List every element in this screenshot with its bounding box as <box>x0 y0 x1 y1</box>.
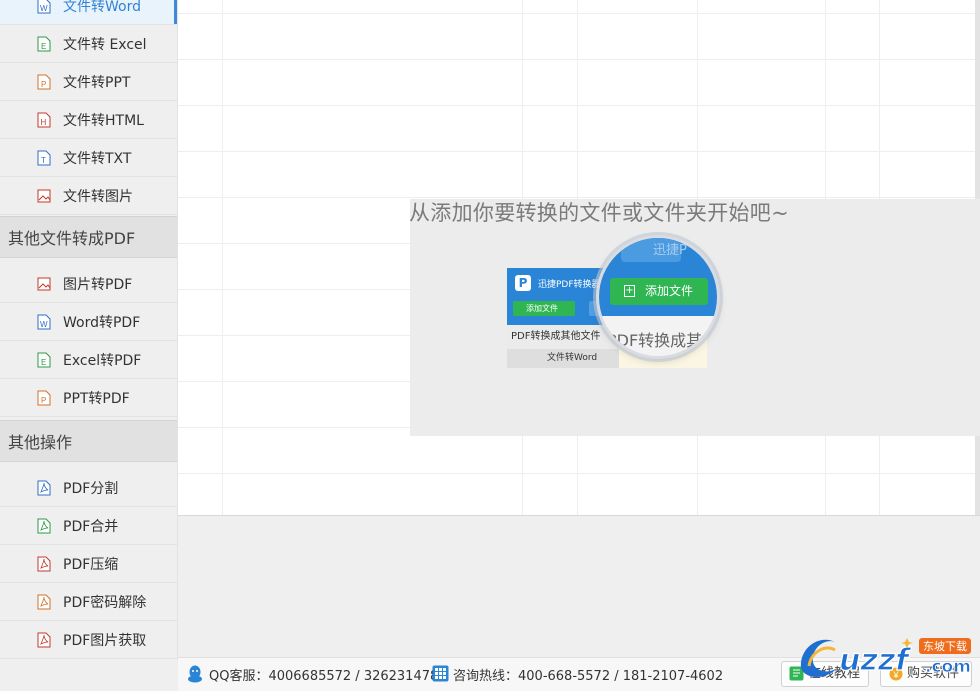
pdf-file-icon <box>37 480 51 495</box>
site-watermark-logo: uzzf .com 东坡下载 <box>795 628 975 684</box>
sidebar-item-pdf-merge[interactable]: PDF合并 <box>0 507 177 545</box>
svg-text:W: W <box>40 320 48 329</box>
sidebar-item-label: 文件转PPT <box>63 74 131 91</box>
sidebar-item-label: 文件转HTML <box>63 112 144 129</box>
sidebar-item-file-to-word[interactable]: W 文件转Word <box>0 0 177 25</box>
preview-title: 迅捷PDF转换器 <box>538 280 601 290</box>
sidebar-item-ppt-to-pdf[interactable]: P PPT转PDF <box>0 379 177 417</box>
sidebar-item-excel-to-pdf[interactable]: E Excel转PDF <box>0 341 177 379</box>
svg-text:W: W <box>40 4 48 13</box>
add-file-button[interactable]: + 添加文件 <box>610 278 708 305</box>
add-file-icon: + <box>624 285 635 297</box>
sidebar-item-pdf-split[interactable]: PDF分割 <box>0 469 177 507</box>
sidebar-item-file-to-ppt[interactable]: P 文件转PPT <box>0 63 177 101</box>
sidebar-item-pdf-compress[interactable]: PDF压缩 <box>0 545 177 583</box>
sidebar-item-label: PDF密码解除 <box>63 594 147 611</box>
magnifier-lens: 迅捷P + 添加文件 PDF转换成其 <box>599 238 717 356</box>
sidebar-item-label: 文件转Word <box>63 0 141 15</box>
image-file-icon <box>37 277 51 290</box>
watermark-badge: 东坡下载 <box>923 640 967 653</box>
sidebar-item-pdf-image-extract[interactable]: PDF图片获取 <box>0 621 177 659</box>
sidebar-item-file-to-image[interactable]: 文件转图片 <box>0 177 177 215</box>
preview-add-file-button: 添加文件 <box>513 301 575 316</box>
phone-icon <box>432 665 449 682</box>
tutorial-tip: 从添加你要转换的文件或文件夹开始吧~ <box>409 201 789 225</box>
hotline-text: 咨询热线：400-668-5572 / 181-2107-4602 <box>453 669 724 684</box>
sidebar-item-pdf-unlock[interactable]: PDF密码解除 <box>0 583 177 621</box>
sidebar-item-label: PDF图片获取 <box>63 632 147 649</box>
watermark-logo-graphic: uzzf .com 东坡下载 <box>800 638 971 679</box>
svg-text:E: E <box>41 358 46 367</box>
sidebar-item-label: 文件转TXT <box>63 150 132 167</box>
qq-penguin-icon <box>188 665 202 683</box>
sidebar: W 文件转Word E 文件转 Excel P 文件转PPT H 文件转HTML… <box>0 0 178 660</box>
sidebar-item-label: PPT转PDF <box>63 390 130 407</box>
sidebar-item-label: Excel转PDF <box>63 352 142 369</box>
pdf-file-icon <box>37 518 51 533</box>
excel-file-icon: E <box>37 352 51 367</box>
watermark-tld: .com <box>925 657 971 677</box>
magnified-tab-label: 迅捷P <box>653 243 687 258</box>
add-file-label: 添加文件 <box>645 284 694 298</box>
group-header-other-operations[interactable]: 其他操作 <box>0 420 177 462</box>
svg-text:T: T <box>41 156 46 165</box>
sidebar-item-image-to-pdf[interactable]: 图片转PDF <box>0 265 177 303</box>
magnified-category-label: PDF转换成其 <box>607 331 703 350</box>
image-file-icon <box>37 189 51 202</box>
sidebar-item-label: 文件转图片 <box>63 188 133 205</box>
qq-support-text: QQ客服：4006685572 / 326231478 <box>209 669 439 684</box>
pdf-file-icon <box>37 556 51 571</box>
txt-file-icon: T <box>37 150 51 165</box>
sidebar-item-label: 图片转PDF <box>63 276 133 293</box>
watermark-text: uzzf <box>839 643 912 678</box>
sidebar-item-file-to-html[interactable]: H 文件转HTML <box>0 101 177 139</box>
word-file-icon: W <box>37 0 51 13</box>
sidebar-item-file-to-excel[interactable]: E 文件转 Excel <box>0 25 177 63</box>
sidebar-item-label: 文件转 Excel <box>63 36 147 53</box>
pdf-file-icon <box>37 594 51 609</box>
svg-text:H: H <box>41 118 47 127</box>
sidebar-item-label: Word转PDF <box>63 314 141 331</box>
sidebar-item-label: PDF合并 <box>63 518 119 535</box>
html-file-icon: H <box>37 112 51 127</box>
sidebar-item-word-to-pdf[interactable]: W Word转PDF <box>0 303 177 341</box>
app-logo-icon: P <box>515 275 531 291</box>
sidebar-item-file-to-txt[interactable]: T 文件转TXT <box>0 139 177 177</box>
sidebar-item-label: PDF压缩 <box>63 556 119 573</box>
svg-text:P: P <box>41 80 46 89</box>
ppt-file-icon: P <box>37 74 51 89</box>
ppt-file-icon: P <box>37 390 51 405</box>
pdf-file-icon <box>37 632 51 647</box>
svg-text:P: P <box>41 396 46 405</box>
group-header-other-to-pdf[interactable]: 其他文件转成PDF <box>0 216 177 258</box>
word-file-icon: W <box>37 314 51 329</box>
excel-file-icon: E <box>37 36 51 51</box>
sidebar-item-label: PDF分割 <box>63 480 119 497</box>
svg-text:E: E <box>41 42 46 51</box>
